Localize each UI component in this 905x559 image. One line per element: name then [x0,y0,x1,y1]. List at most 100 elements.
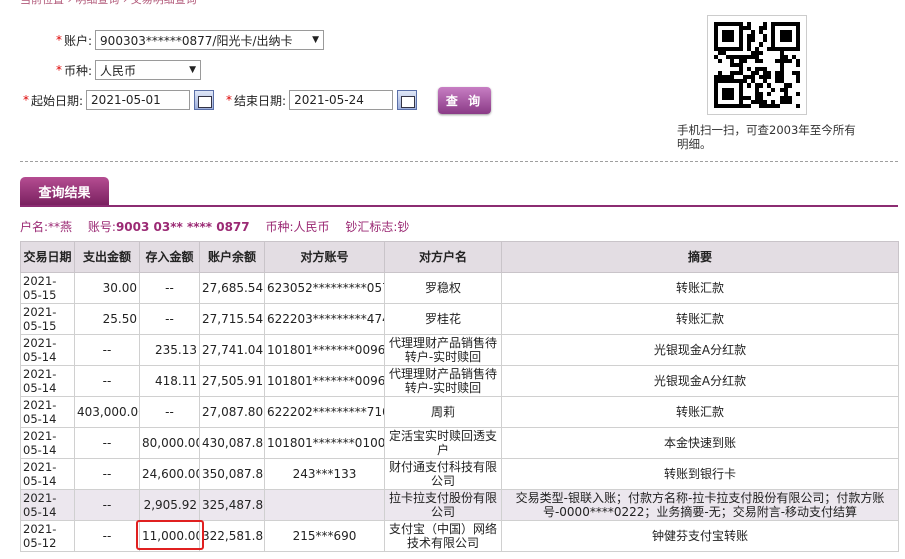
account-no-label: 账号: [87,220,116,234]
cell-date: 2021-05-14 [20,334,75,366]
required-mark: * [226,93,233,107]
cell-date: 2021-05-14 [20,489,75,521]
cell-memo: 转账汇款 [501,303,899,335]
col-header-in: 存入金额 [139,241,200,273]
holder-value: **燕 [48,220,73,234]
account-select-value: 900303******0877/阳光卡/出纳卡 [100,33,293,48]
breadcrumb-clipped: 当前位置 › 明细查询 › 交易明细查询 [20,0,197,7]
cell-out-amount: -- [74,334,140,366]
table-row: 2021-05-14 -- 80,000.00 430,087.80 101801***… [20,427,899,459]
cell-cp-name: 代理理财产品销售待转户-实时赎回 [384,334,502,366]
cell-cp-account: 623052*********0570 [264,272,385,304]
cell-out-amount: 403,000.00 [74,396,140,428]
cell-cp-name: 周莉 [384,396,502,428]
cell-cp-account: 243***133 [264,458,385,490]
cell-cp-name: 拉卡拉支付股份有限公司 [384,489,502,521]
cell-in-amount: 2,905.92 [139,489,200,521]
end-date-input[interactable]: 2021-05-24 [289,90,394,110]
tab-underline [20,205,898,207]
required-mark: * [56,33,62,47]
cell-cp-account: 215***690 [264,520,385,552]
cell-cp-account: 622203*********4741 [264,303,385,335]
end-date-label: 结束日期: [234,93,287,108]
cell-date: 2021-05-15 [20,303,75,335]
currency-select[interactable]: 人民币 ▼ [95,60,202,80]
chevron-down-icon: ▼ [189,65,197,75]
account-summary: 户名:**燕 账号:9003 03** **** 0877 币种:人民币 钞汇标… [20,218,409,235]
qr-code-image [707,15,807,115]
cell-balance: 27,505.91 [199,365,265,397]
cell-balance: 322,581.88 [199,520,265,552]
col-header-cp-name: 对方户名 [384,241,502,273]
table-row: 2021-05-14 -- 235.13 27,741.04 101801*******… [20,334,899,366]
cell-balance: 430,087.80 [199,427,265,459]
cash-flag-label: 钞汇标志: [345,220,398,234]
divider [20,161,898,162]
account-no-value: 9003 03** **** 0877 [115,220,250,234]
start-date-input[interactable]: 2021-05-01 [86,90,191,110]
cell-in-amount: 11,000.00 [139,520,200,552]
cell-out-amount: -- [74,427,140,459]
currency-label: 币种: [64,63,93,78]
cell-out-amount: -- [74,489,140,521]
calendar-icon[interactable] [397,90,418,110]
cell-in-amount: 418.11 [139,365,200,397]
cell-balance: 27,685.54 [199,272,265,304]
cell-out-amount: -- [74,520,140,552]
account-select[interactable]: 900303******0877/阳光卡/出纳卡 ▼ [95,30,325,50]
cell-cp-name: 定活宝实时赎回透支户 [384,427,502,459]
col-header-out: 支出金额 [74,241,140,273]
table-row: 2021-05-14 403,000.00 -- 27,087.80 622202***… [20,396,899,428]
start-date-label: 起始日期: [31,93,84,108]
cell-balance: 27,741.04 [199,334,265,366]
cell-out-amount: -- [74,365,140,397]
cell-cp-account: 622202*********7106 [264,396,385,428]
qr-note: 手机扫一扫，可查2003年至今所有明细。 [677,123,856,151]
cell-memo: 转账到银行卡 [501,458,899,490]
cell-memo: 转账汇款 [501,396,899,428]
date-row: * 起始日期: 2021-05-01 * 结束日期: 2021-05-24 [23,90,418,110]
cell-date: 2021-05-14 [20,365,75,397]
cell-date: 2021-05-15 [20,272,75,304]
cell-in-amount: -- [139,303,200,335]
cell-memo: 光银现金A分红款 [501,365,899,397]
cell-memo: 转账汇款 [501,272,899,304]
col-header-date: 交易日期 [20,241,75,273]
cell-out-amount: 30.00 [74,272,140,304]
chevron-down-icon: ▼ [312,35,320,45]
currency-select-value: 人民币 [100,63,137,78]
cell-cp-account: 101801*******0100 [264,427,385,459]
cell-in-amount: 80,000.00 [139,427,200,459]
cell-out-amount: 25.50 [74,303,140,335]
holder-label: 户名: [20,220,49,234]
cell-in-amount: 235.13 [139,334,200,366]
cell-cp-account: 101801*******0096 [264,365,385,397]
tab-query-results[interactable]: 查询结果 [20,177,109,205]
qr-code-pattern [714,22,800,108]
currency-row: * 币种: 人民币 ▼ [56,60,202,80]
calendar-icon[interactable] [194,90,215,110]
query-button[interactable]: 查 询 [438,87,491,114]
cell-memo: 钟健芬支付宝转账 [501,520,899,552]
table-row: 2021-05-15 30.00 -- 27,685.54 623052********… [20,272,899,304]
cell-balance: 350,087.80 [199,458,265,490]
transaction-table: 交易日期 支出金额 存入金额 账户余额 对方账号 对方户名 摘要 2021-05… [20,241,899,552]
required-mark: * [56,63,62,77]
cell-balance: 27,715.54 [199,303,265,335]
table-row: 2021-05-14 -- 418.11 27,505.91 101801*******… [20,365,899,397]
cell-date: 2021-05-14 [20,427,75,459]
cell-cp-name: 代理理财产品销售待转户-实时赎回 [384,365,502,397]
cell-cp-name: 财付通支付科技有限公司 [384,458,502,490]
account-label: 账户: [64,33,93,48]
account-row: * 账户: 900303******0877/阳光卡/出纳卡 ▼ [56,30,325,50]
cell-cp-account: 101801*******0096 [264,334,385,366]
col-header-balance: 账户余额 [199,241,265,273]
cell-date: 2021-05-12 [20,520,75,552]
table-row: 2021-05-14 -- 24,600.00 350,087.80 243***133… [20,458,899,490]
col-header-cp-account: 对方账号 [264,241,385,273]
cell-in-amount: 24,600.00 [139,458,200,490]
cell-date: 2021-05-14 [20,458,75,490]
cell-memo: 本金快速到账 [501,427,899,459]
table-header-row: 交易日期 支出金额 存入金额 账户余额 对方账号 对方户名 摘要 [20,241,899,273]
cell-cp-name: 支付宝（中国）网络技术有限公司 [384,520,502,552]
